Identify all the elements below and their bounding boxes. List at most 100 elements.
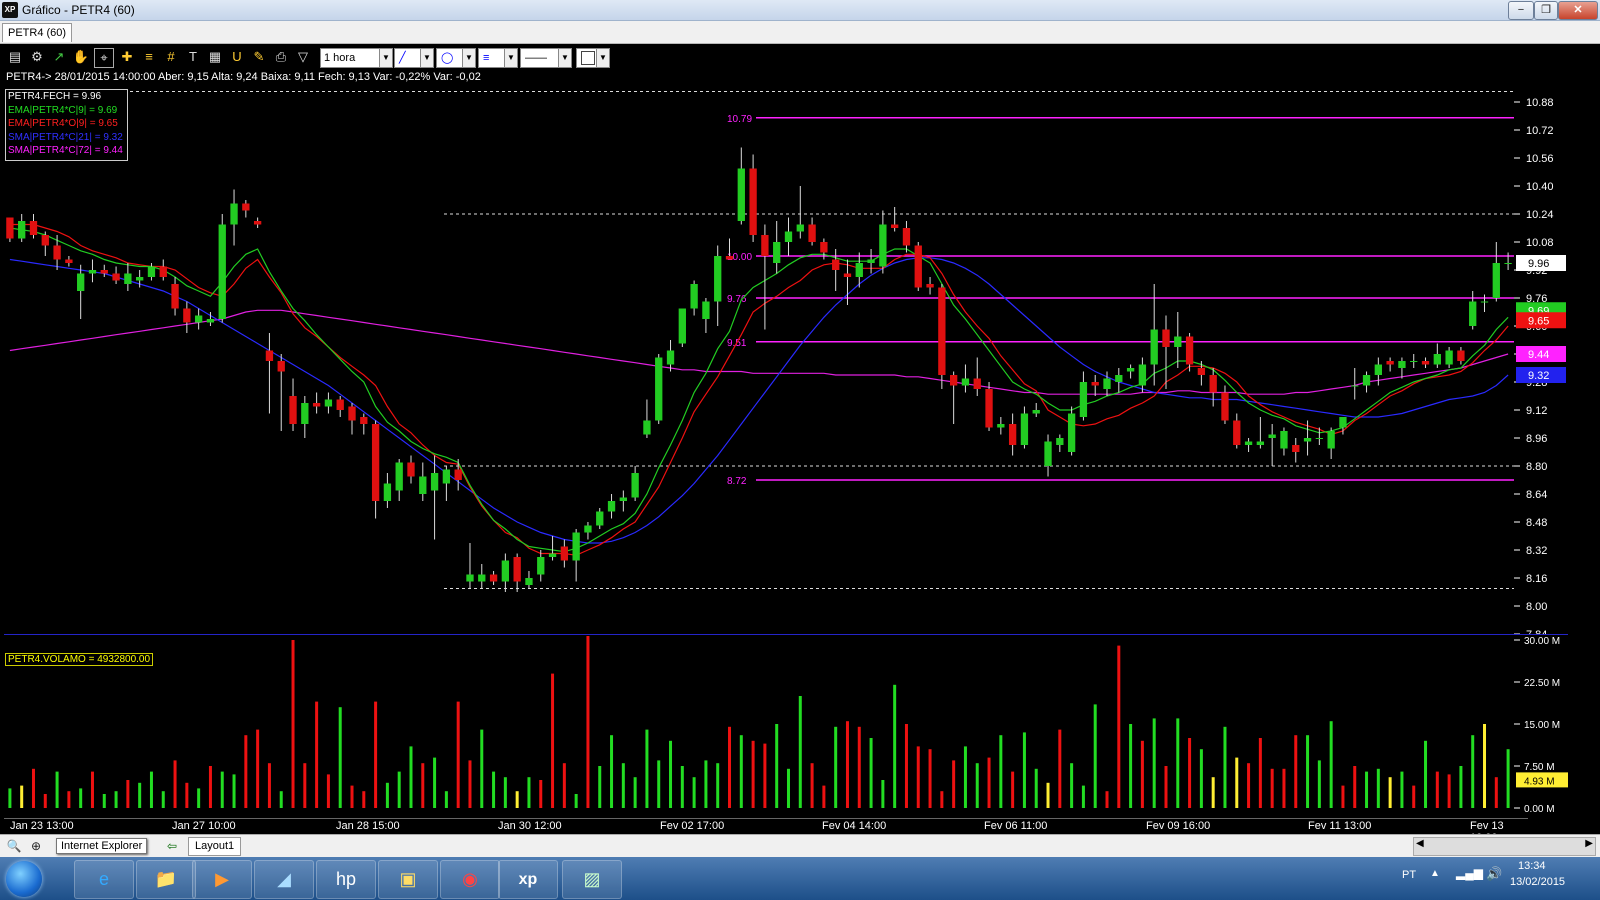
chart-type-icon[interactable]: ▤ bbox=[6, 48, 24, 66]
candle-body bbox=[655, 357, 663, 421]
volume-bar bbox=[31, 768, 35, 808]
line-style-select[interactable]: —— ▼ bbox=[520, 48, 572, 68]
volume-bar bbox=[680, 766, 684, 808]
volume-bar bbox=[279, 791, 283, 808]
indicator-icon[interactable]: ↗ bbox=[50, 48, 68, 66]
scroll-right-icon[interactable]: ▶ bbox=[1585, 838, 1593, 849]
price-tick-label: 8.80 bbox=[1526, 461, 1547, 473]
hline-icon[interactable]: ≡ bbox=[140, 48, 158, 66]
volume-bar bbox=[232, 774, 236, 808]
candle-body bbox=[820, 242, 828, 253]
candle-body bbox=[1480, 301, 1489, 303]
language-indicator[interactable]: PT bbox=[1402, 869, 1416, 881]
table-icon[interactable]: ▦ bbox=[206, 48, 224, 66]
hand-icon[interactable]: ✋ bbox=[72, 48, 90, 66]
line-weight-select[interactable]: ≡ ▼ bbox=[478, 48, 518, 68]
arrow-left-icon[interactable]: ⇦ bbox=[164, 838, 180, 854]
network-signal-icon[interactable]: ▂▄▆ bbox=[1456, 866, 1483, 880]
volume-bar bbox=[208, 766, 212, 808]
volume-icon[interactable]: 🔊 bbox=[1486, 866, 1502, 882]
text-icon[interactable]: T bbox=[184, 48, 202, 66]
archive-icon[interactable]: ▣ bbox=[378, 860, 438, 899]
chart-app-icon[interactable]: ▨ bbox=[562, 860, 622, 899]
magnet-icon[interactable]: U bbox=[228, 48, 246, 66]
tab-petr4-60[interactable]: PETR4 (60) bbox=[2, 23, 73, 42]
volume-bar bbox=[633, 777, 637, 808]
volume-chart[interactable]: 30.00 M 22.50 M 15.00 M 7.50 M 0.00 M 4.93 M bbox=[4, 636, 1568, 818]
volume-bar bbox=[67, 791, 71, 808]
tab-layout1[interactable]: Layout1 bbox=[188, 837, 242, 856]
horizontal-scrollbar[interactable]: ◀ ▶ bbox=[1413, 837, 1596, 856]
maximize-button[interactable]: ❐ bbox=[1534, 1, 1558, 20]
xp-trading-icon[interactable]: xp bbox=[498, 860, 558, 899]
volume-bar bbox=[999, 735, 1003, 808]
start-button[interactable] bbox=[6, 861, 42, 897]
tray-expand-icon[interactable]: ▲ bbox=[1430, 868, 1440, 879]
color-select[interactable]: ▼ bbox=[576, 48, 610, 68]
file-explorer-icon[interactable]: 📁 bbox=[136, 860, 196, 899]
candle-body bbox=[1115, 375, 1123, 382]
volume-bar bbox=[1034, 768, 1038, 808]
volume-bar bbox=[1365, 771, 1369, 808]
clock-time[interactable]: 13:34 bbox=[1518, 860, 1546, 872]
volume-bar bbox=[173, 760, 177, 808]
candle-body bbox=[584, 525, 592, 533]
shape-tool-select[interactable]: ◯ ▼ bbox=[436, 48, 476, 68]
candle-body bbox=[702, 301, 710, 319]
x-label: Jan 27 10:00 bbox=[172, 820, 236, 832]
candle-body bbox=[1303, 438, 1312, 442]
candle-body bbox=[714, 256, 722, 302]
volume-bar bbox=[444, 791, 448, 808]
candle-body bbox=[749, 168, 757, 235]
grid-icon[interactable]: # bbox=[162, 48, 180, 66]
candle-body bbox=[1185, 336, 1194, 365]
clock-date[interactable]: 13/02/2015 bbox=[1510, 876, 1565, 888]
chrome-icon[interactable]: ◉ bbox=[440, 860, 500, 899]
minimize-button[interactable]: − bbox=[1508, 1, 1534, 20]
volume-bar bbox=[1506, 749, 1510, 808]
hp-icon[interactable]: hp bbox=[316, 860, 376, 899]
candle-body bbox=[843, 273, 852, 277]
crosshair-icon[interactable]: ✚ bbox=[118, 48, 136, 66]
volume-bar bbox=[1199, 749, 1203, 808]
close-button[interactable]: ✕ bbox=[1558, 1, 1598, 20]
network-app-icon[interactable]: ◢ bbox=[254, 860, 314, 899]
line-tool-select[interactable]: ╱ ▼ bbox=[394, 48, 434, 68]
scroll-left-icon[interactable]: ◀ bbox=[1416, 838, 1424, 849]
volume-bar bbox=[468, 760, 472, 808]
line-weight-icon: ≡ bbox=[483, 52, 490, 64]
candle-body bbox=[430, 473, 439, 491]
plot-background bbox=[4, 88, 1514, 634]
pin-icon[interactable]: ✎ bbox=[250, 48, 268, 66]
price-badge-label: 9.44 bbox=[1528, 349, 1549, 361]
volume-bar bbox=[503, 777, 507, 808]
filter-icon[interactable]: ▽ bbox=[294, 48, 312, 66]
volume-bar bbox=[385, 782, 389, 808]
volume-bar bbox=[126, 780, 130, 808]
volume-bar bbox=[1140, 740, 1144, 808]
zoom-in-icon[interactable]: ⊕ bbox=[28, 838, 44, 854]
volume-bar bbox=[928, 749, 932, 808]
internet-explorer-icon[interactable]: e bbox=[74, 860, 134, 899]
print-icon[interactable]: ⎙ bbox=[272, 48, 290, 66]
volume-bar bbox=[1388, 777, 1392, 808]
candle-body bbox=[1150, 329, 1158, 365]
candle-body bbox=[395, 462, 403, 491]
volume-bar bbox=[987, 757, 991, 808]
candle-body bbox=[1421, 361, 1430, 365]
volume-bar bbox=[1247, 763, 1251, 808]
chevron-down-icon: ▼ bbox=[504, 49, 517, 67]
volume-bar bbox=[893, 684, 897, 808]
zoom-area-icon[interactable]: ⌖ bbox=[94, 48, 114, 68]
candle-body bbox=[147, 266, 156, 277]
volume-bar bbox=[1129, 724, 1133, 808]
volume-bar bbox=[692, 777, 696, 808]
xp-app-icon: XP bbox=[2, 2, 18, 18]
price-chart[interactable]: 10.7910.009.769.518.7210.8810.7210.5610.… bbox=[4, 88, 1568, 634]
volume-bar bbox=[1435, 771, 1439, 808]
period-select[interactable]: 1 hora ▼ bbox=[320, 48, 393, 68]
gear-icon[interactable]: ⚙ bbox=[28, 48, 46, 66]
pane-separator[interactable] bbox=[4, 634, 1568, 635]
media-player-icon[interactable]: ▶ bbox=[192, 860, 252, 899]
zoom-out-icon[interactable]: 🔍 bbox=[6, 838, 22, 854]
